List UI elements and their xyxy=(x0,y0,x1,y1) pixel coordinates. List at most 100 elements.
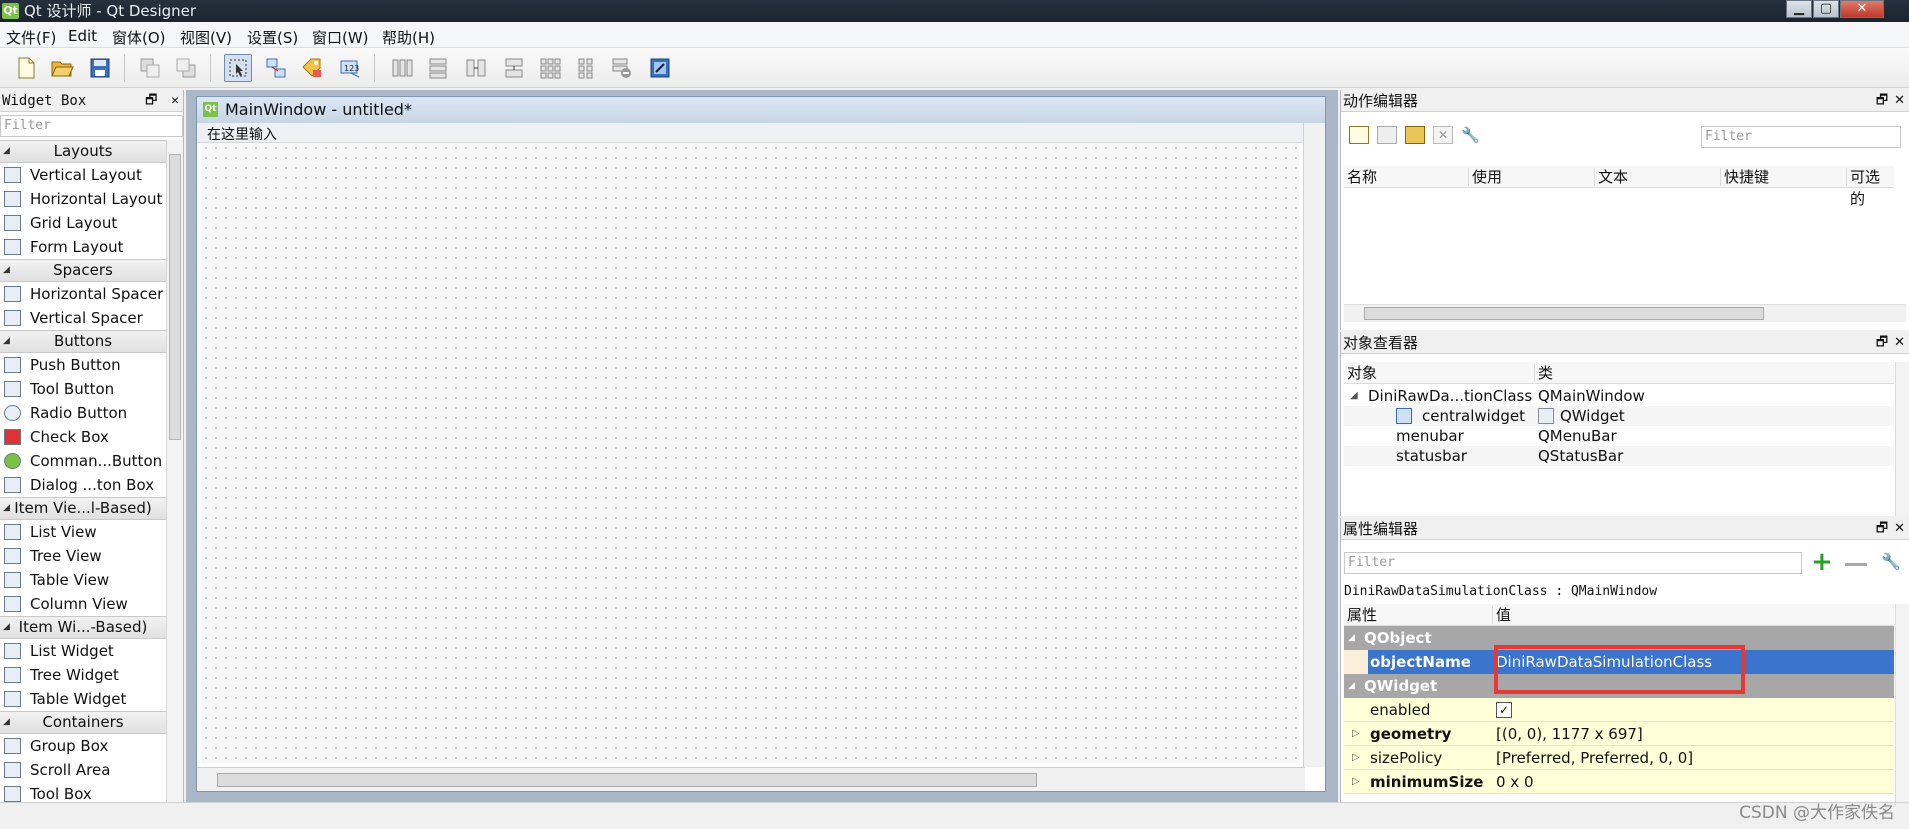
col-value[interactable]: 值 xyxy=(1496,604,1511,626)
float-dock-icon[interactable]: 🗗 xyxy=(1876,93,1888,108)
add-property-icon[interactable]: + xyxy=(1811,548,1833,576)
category-layouts[interactable]: ◢ Layouts xyxy=(0,140,166,163)
object-row[interactable]: ◢ DiniRawDa...tionClass QMainWindow xyxy=(1344,386,1894,406)
paste-action-icon[interactable] xyxy=(1405,126,1425,144)
edit-tab-order-icon[interactable]: 123 xyxy=(336,54,364,82)
form-window[interactable]: Qt MainWindow - untitled* 在这里输入 xyxy=(196,96,1326,792)
layout-vertical-icon[interactable] xyxy=(424,54,452,82)
object-row[interactable]: menubar QMenuBar xyxy=(1344,426,1894,446)
widget-group-box[interactable]: Group Box xyxy=(0,734,166,758)
close-dock-icon[interactable]: ✕ xyxy=(171,93,179,108)
configure-wrench-icon[interactable]: 🔧 xyxy=(1461,126,1483,144)
property-vertical-scrollbar[interactable] xyxy=(1895,604,1909,802)
widget-filter-input[interactable]: Filter xyxy=(0,115,183,137)
layout-horizontal-icon[interactable] xyxy=(388,54,416,82)
close-dock-icon[interactable]: ✕ xyxy=(1894,521,1905,536)
widget-list-view[interactable]: List View xyxy=(0,520,166,544)
configure-wrench-icon[interactable]: 🔧 xyxy=(1881,552,1901,571)
property-row-minimum-size[interactable]: ▷ minimumSize 0 x 0 xyxy=(1344,770,1894,794)
scrollbar-thumb[interactable] xyxy=(217,773,1037,787)
object-row[interactable]: centralwidget QWidget xyxy=(1344,406,1894,426)
widget-column-view[interactable]: Column View xyxy=(0,592,166,616)
widget-list-widget[interactable]: List Widget xyxy=(0,639,166,663)
widget-command-link-button[interactable]: Comman...Button xyxy=(0,449,166,473)
float-dock-icon[interactable]: 🗗 xyxy=(145,93,157,108)
col-used[interactable]: 使用 xyxy=(1472,166,1502,188)
widget-table-view[interactable]: Table View xyxy=(0,568,166,592)
remove-property-icon[interactable] xyxy=(1845,563,1867,566)
widget-push-button[interactable]: Push Button xyxy=(0,353,166,377)
form-horizontal-scrollbar[interactable] xyxy=(197,767,1305,791)
widget-scroll-area[interactable]: Scroll Area xyxy=(0,758,166,782)
menu-help[interactable]: 帮助(H) xyxy=(382,27,435,48)
widget-horizontal-spacer[interactable]: Horizontal Spacer xyxy=(0,282,166,306)
widget-table-widget[interactable]: Table Widget xyxy=(0,687,166,711)
object-vertical-scrollbar[interactable] xyxy=(1895,362,1909,516)
widget-radio-button[interactable]: Radio Button xyxy=(0,401,166,425)
close-dock-icon[interactable]: ✕ xyxy=(1894,93,1905,108)
col-object[interactable]: 对象 xyxy=(1347,362,1377,384)
layout-h-splitter-icon[interactable] xyxy=(462,54,490,82)
category-containers[interactable]: ◢ Containers xyxy=(0,711,166,734)
delete-action-icon[interactable]: ✕ xyxy=(1433,126,1453,144)
object-row[interactable]: statusbar QStatusBar xyxy=(1344,446,1894,466)
menu-edit[interactable]: Edit xyxy=(68,27,97,45)
property-row-size-policy[interactable]: ▷ sizePolicy [Preferred, Preferred, 0, 0… xyxy=(1344,746,1894,770)
widget-box-scrollbar[interactable] xyxy=(166,140,183,802)
layout-v-splitter-icon[interactable] xyxy=(500,54,528,82)
category-spacers[interactable]: ◢ Spacers xyxy=(0,259,166,282)
layout-form-icon[interactable] xyxy=(572,54,600,82)
col-property[interactable]: 属性 xyxy=(1347,604,1377,626)
col-checkable[interactable]: 可选的 xyxy=(1850,166,1894,210)
property-row-enabled[interactable]: enabled ✓ xyxy=(1344,698,1894,722)
menu-type-here[interactable]: 在这里输入 xyxy=(207,124,277,144)
edit-widgets-icon[interactable] xyxy=(224,54,252,82)
category-buttons[interactable]: ◢ Buttons xyxy=(0,330,166,353)
bring-front-icon[interactable] xyxy=(172,54,200,82)
widget-tree-view[interactable]: Tree View xyxy=(0,544,166,568)
scrollbar-thumb[interactable] xyxy=(1364,307,1764,320)
save-icon[interactable] xyxy=(86,54,114,82)
widget-tool-button[interactable]: Tool Button xyxy=(0,377,166,401)
form-vertical-scrollbar[interactable] xyxy=(1303,123,1325,767)
action-horizontal-scrollbar[interactable] xyxy=(1344,304,1906,322)
minimize-button[interactable]: ▁ xyxy=(1786,0,1812,18)
form-title-bar[interactable]: Qt MainWindow - untitled* xyxy=(197,97,1325,123)
scrollbar-thumb[interactable] xyxy=(169,154,181,440)
col-text[interactable]: 文本 xyxy=(1598,166,1628,188)
form-menubar[interactable]: 在这里输入 xyxy=(197,123,1303,143)
category-item-widgets[interactable]: ◢ Item Wi...-Based) xyxy=(0,616,166,639)
widget-vertical-spacer[interactable]: Vertical Spacer xyxy=(0,306,166,330)
widget-form-layout[interactable]: Form Layout xyxy=(0,235,166,259)
send-back-icon[interactable] xyxy=(136,54,164,82)
menu-view[interactable]: 视图(V) xyxy=(180,27,232,48)
new-action-icon[interactable] xyxy=(1349,126,1369,144)
widget-dialog-button-box[interactable]: Dialog ...ton Box xyxy=(0,473,166,497)
close-dock-icon[interactable]: ✕ xyxy=(1894,335,1905,350)
widget-tool-box[interactable]: Tool Box xyxy=(0,782,166,802)
break-layout-icon[interactable] xyxy=(608,54,636,82)
adjust-size-icon[interactable] xyxy=(646,54,674,82)
property-filter-input[interactable]: Filter xyxy=(1344,552,1802,574)
edit-buddies-icon[interactable] xyxy=(298,54,326,82)
col-name[interactable]: 名称 xyxy=(1347,166,1377,188)
open-icon[interactable] xyxy=(48,54,76,82)
widget-vertical-layout[interactable]: Vertical Layout xyxy=(0,163,166,187)
menu-file[interactable]: 文件(F) xyxy=(6,27,56,48)
maximize-button[interactable]: ▢ xyxy=(1813,0,1839,18)
form-canvas[interactable] xyxy=(201,143,1299,763)
menu-window[interactable]: 窗口(W) xyxy=(312,27,369,48)
float-dock-icon[interactable]: 🗗 xyxy=(1876,335,1888,350)
widget-tree-widget[interactable]: Tree Widget xyxy=(0,663,166,687)
close-button[interactable]: ✕ xyxy=(1840,0,1884,18)
widget-grid-layout[interactable]: Grid Layout xyxy=(0,211,166,235)
widget-check-box[interactable]: Check Box xyxy=(0,425,166,449)
float-dock-icon[interactable]: 🗗 xyxy=(1876,521,1888,536)
col-shortcut[interactable]: 快捷键 xyxy=(1724,166,1769,188)
menu-settings[interactable]: 设置(S) xyxy=(247,27,298,48)
widget-horizontal-layout[interactable]: Horizontal Layout xyxy=(0,187,166,211)
property-row-geometry[interactable]: ▷ geometry [(0, 0), 1177 x 697] xyxy=(1344,722,1894,746)
layout-grid-icon[interactable] xyxy=(536,54,564,82)
category-item-views[interactable]: ◢ Item Vie...l-Based) xyxy=(0,497,166,520)
menu-form[interactable]: 窗体(O) xyxy=(112,27,166,48)
